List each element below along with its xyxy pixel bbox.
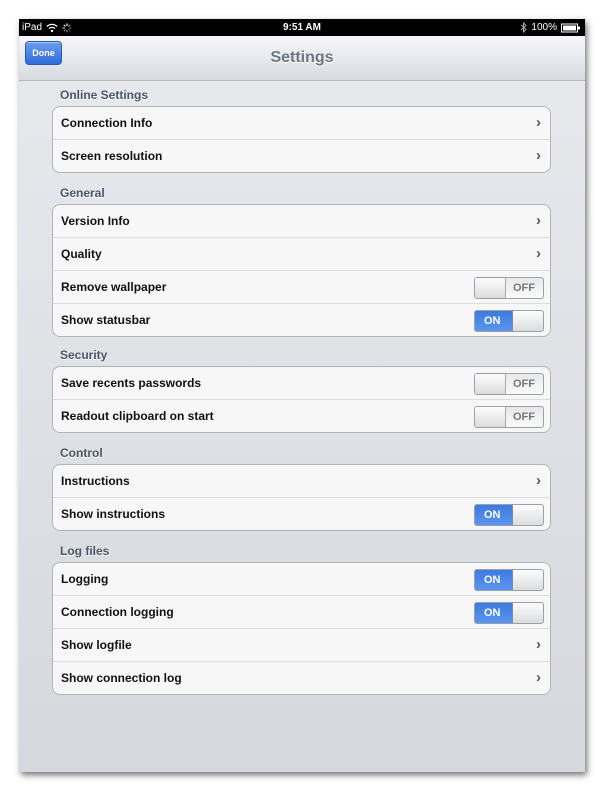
row-label: Show logfile	[61, 638, 132, 652]
show-statusbar-toggle[interactable]: ON	[474, 310, 544, 332]
toggle-state: ON	[484, 315, 501, 327]
row-label: Show statusbar	[61, 313, 151, 327]
row-logging: Logging ON	[53, 563, 550, 595]
remove-wallpaper-toggle[interactable]: OFF	[474, 277, 544, 299]
toggle-knob	[512, 570, 543, 590]
row-screen-resolution[interactable]: Screen resolution ›	[53, 139, 550, 172]
row-remove-wallpaper: Remove wallpaper OFF	[53, 270, 550, 303]
chevron-right-icon: ›	[536, 212, 541, 229]
row-label: Connection Info	[61, 116, 153, 130]
toggle-state: ON	[484, 574, 501, 586]
toggle-knob	[475, 278, 506, 298]
toggle-state: OFF	[513, 282, 535, 294]
row-version-info[interactable]: Version Info ›	[53, 205, 550, 237]
toggle-knob	[512, 311, 543, 331]
group-control: Instructions › Show instructions ON	[52, 464, 551, 531]
chevron-right-icon: ›	[536, 472, 541, 489]
chevron-right-icon: ›	[536, 114, 541, 131]
toggle-knob	[512, 505, 543, 525]
section-header-log-files: Log files	[60, 544, 110, 558]
battery-icon	[561, 23, 580, 32]
group-online-settings: Connection Info › Screen resolution ›	[52, 106, 551, 173]
row-label: Show connection log	[61, 671, 182, 685]
row-label: Save recents passwords	[61, 376, 202, 390]
battery-percent: 100%	[531, 22, 557, 33]
row-label: Connection logging	[61, 605, 174, 619]
row-show-statusbar: Show statusbar ON	[53, 303, 550, 336]
section-header-control: Control	[60, 446, 103, 460]
status-bar: iPad 9:51 AM 100%	[19, 19, 585, 36]
row-show-connection-log[interactable]: Show connection log ›	[53, 661, 550, 694]
row-show-logfile[interactable]: Show logfile ›	[53, 628, 550, 661]
row-connection-logging: Connection logging ON	[53, 595, 550, 628]
toggle-knob	[475, 374, 506, 394]
toggle-knob	[512, 603, 543, 623]
group-general: Version Info › Quality › Remove wallpape…	[52, 204, 551, 337]
status-time: 9:51 AM	[283, 22, 321, 33]
row-show-instructions: Show instructions ON	[53, 497, 550, 530]
row-label: Logging	[61, 572, 109, 586]
readout-clipboard-toggle[interactable]: OFF	[474, 406, 544, 428]
toggle-knob	[475, 407, 506, 427]
row-label: Instructions	[61, 474, 130, 488]
navigation-bar: Settings Done	[19, 36, 585, 81]
row-label: Show instructions	[61, 507, 166, 521]
save-recents-passwords-toggle[interactable]: OFF	[474, 373, 544, 395]
chevron-right-icon: ›	[536, 669, 541, 686]
chevron-right-icon: ›	[536, 245, 541, 262]
chevron-right-icon: ›	[536, 636, 541, 653]
row-label: Quality	[61, 247, 102, 261]
toggle-state: ON	[484, 509, 501, 521]
row-save-recents-passwords: Save recents passwords OFF	[53, 367, 550, 399]
logging-toggle[interactable]: ON	[474, 569, 544, 591]
section-header-online-settings: Online Settings	[60, 88, 149, 102]
chevron-right-icon: ›	[536, 147, 541, 164]
row-label: Version Info	[61, 214, 130, 228]
row-label: Remove wallpaper	[61, 280, 167, 294]
done-button[interactable]: Done	[25, 41, 62, 65]
row-label: Readout clipboard on start	[61, 409, 214, 423]
section-header-general: General	[60, 186, 105, 200]
row-readout-clipboard: Readout clipboard on start OFF	[53, 399, 550, 432]
group-security: Save recents passwords OFF Readout clipb…	[52, 366, 551, 433]
show-instructions-toggle[interactable]: ON	[474, 504, 544, 526]
toggle-state: OFF	[513, 378, 535, 390]
section-header-security: Security	[60, 348, 108, 362]
toggle-state: ON	[484, 607, 501, 619]
settings-content[interactable]: Online Settings Connection Info › Screen…	[19, 81, 585, 772]
row-label: Screen resolution	[61, 149, 163, 163]
bluetooth-icon	[521, 22, 528, 33]
row-instructions[interactable]: Instructions ›	[53, 465, 550, 497]
ipad-screen: iPad 9:51 AM 100% Settings Done Online S…	[19, 19, 585, 772]
page-title: Settings	[270, 49, 334, 66]
group-log-files: Logging ON Connection logging ON Show lo…	[52, 562, 551, 695]
status-bar-right: 100%	[520, 19, 581, 36]
row-quality[interactable]: Quality ›	[53, 237, 550, 270]
connection-logging-toggle[interactable]: ON	[474, 602, 544, 624]
row-connection-info[interactable]: Connection Info ›	[53, 107, 550, 139]
toggle-state: OFF	[513, 411, 535, 423]
